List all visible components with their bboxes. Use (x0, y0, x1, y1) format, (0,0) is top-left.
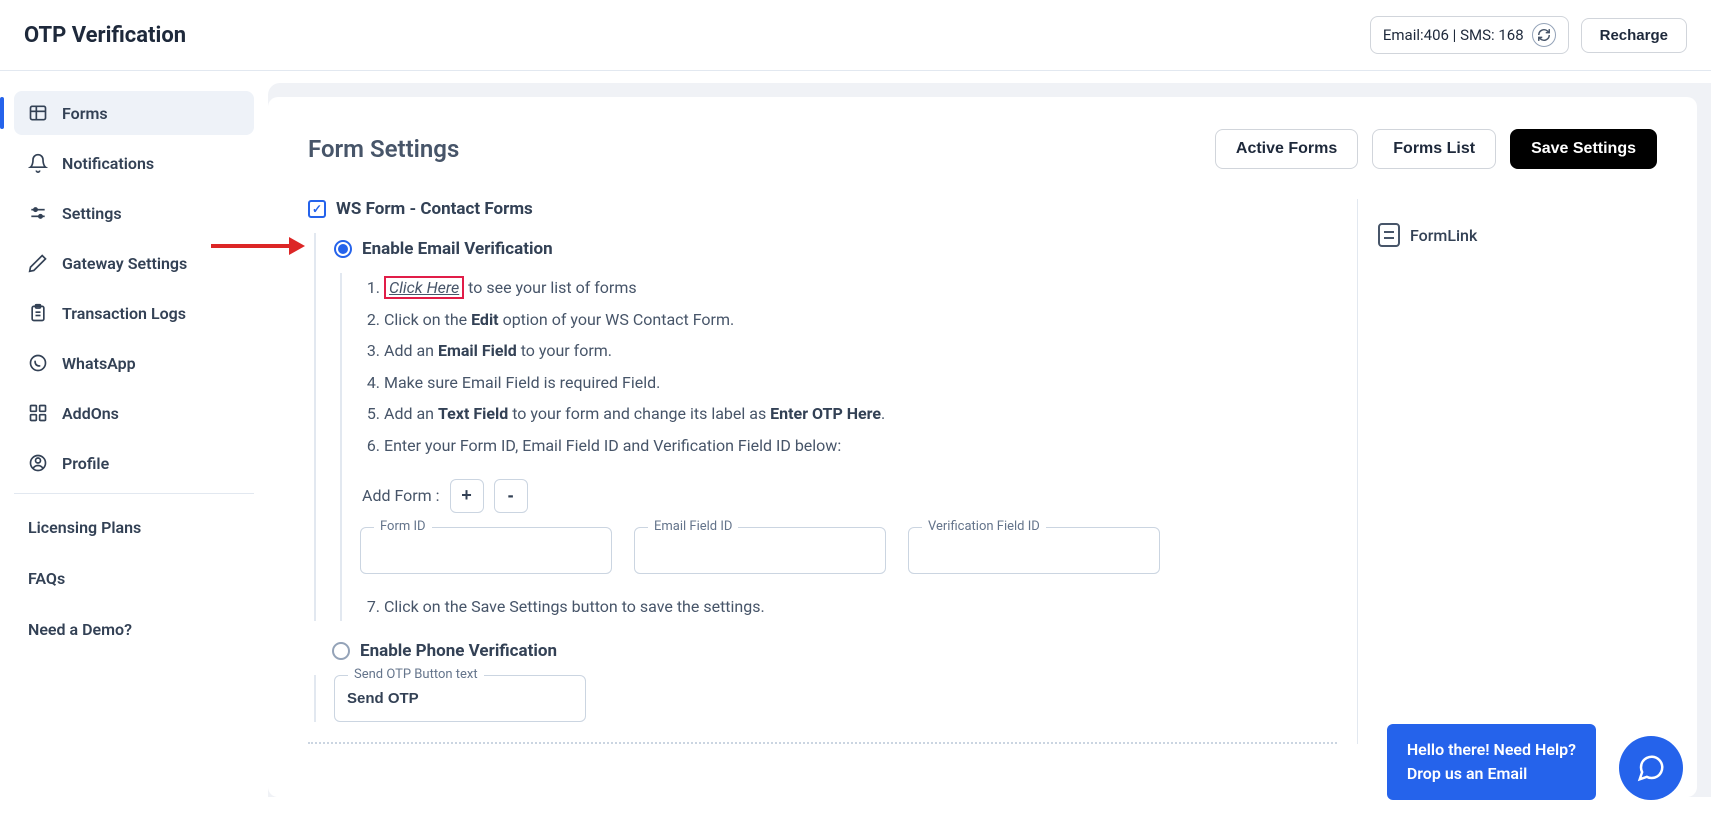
instruction-4: Make sure Email Field is required Field. (384, 368, 1337, 398)
sidebar-link-demo[interactable]: Need a Demo? (14, 610, 254, 649)
click-here-link[interactable]: Click Here (384, 276, 464, 299)
checkbox-icon[interactable] (308, 200, 326, 218)
bell-icon (28, 153, 48, 173)
sidebar-item-label: Gateway Settings (62, 254, 187, 273)
instruction-5: Add an Text Field to your form and chang… (384, 399, 1337, 429)
radio-unchecked-icon[interactable] (332, 642, 350, 660)
arrow-line (211, 244, 289, 248)
checkbox-label: WS Form - Contact Forms (336, 199, 533, 219)
add-form-plus-button[interactable]: + (450, 479, 484, 513)
sidebar-item-settings[interactable]: Settings (14, 191, 254, 235)
sidebar-divider (14, 493, 254, 494)
credits-badge: Email:406 | SMS: 168 (1370, 16, 1569, 54)
add-form-minus-button[interactable]: - (494, 479, 528, 513)
instruction-2: Click on the Edit option of your WS Cont… (384, 305, 1337, 335)
form-left: WS Form - Contact Forms Enable Email Ver… (308, 199, 1337, 744)
forms-list-button[interactable]: Forms List (1372, 129, 1496, 169)
instruction-6: Enter your Form ID, Email Field ID and V… (384, 431, 1337, 461)
grid-icon (28, 403, 48, 423)
verification-field-id-wrap: Verification Field ID (908, 527, 1160, 574)
layout: Forms Notifications Settings Gateway Set… (0, 71, 1711, 797)
radio-checked-icon[interactable] (334, 240, 352, 258)
sidebar-item-label: WhatsApp (62, 354, 136, 373)
page-actions: Active Forms Forms List Save Settings (1215, 129, 1657, 169)
enable-email-radio-row[interactable]: Enable Email Verification (334, 233, 1337, 259)
field-row: Form ID Email Field ID Verification Fiel… (360, 527, 1337, 574)
send-otp-field-wrap: Send OTP Button text (334, 675, 586, 722)
sidebar-item-profile[interactable]: Profile (14, 441, 254, 485)
wsform-checkbox-row[interactable]: WS Form - Contact Forms (308, 199, 1337, 219)
recharge-button[interactable]: Recharge (1581, 18, 1687, 53)
pen-icon (28, 253, 48, 273)
sidebar-link-faqs[interactable]: FAQs (14, 559, 254, 598)
help-bubble[interactable]: Hello there! Need Help? Drop us an Email (1387, 724, 1596, 800)
form-section: WS Form - Contact Forms Enable Email Ver… (308, 199, 1657, 744)
sidebar-item-transaction-logs[interactable]: Transaction Logs (14, 291, 254, 335)
email-verification-block: Enable Email Verification Click Here to … (314, 233, 1337, 621)
form-right: FormLink (1357, 199, 1657, 744)
send-otp-input[interactable] (334, 675, 586, 722)
chat-fab[interactable] (1619, 736, 1683, 800)
instructions: Click Here to see your list of forms Cli… (340, 273, 1337, 621)
verification-field-id-label: Verification Field ID (922, 519, 1046, 534)
form-id-label: Form ID (374, 519, 432, 534)
form-id-input[interactable] (360, 527, 612, 574)
form-icon (1378, 223, 1400, 247)
header-right: Email:406 | SMS: 168 Recharge (1370, 16, 1687, 54)
form-settings-title: Form Settings (308, 135, 459, 163)
dotted-divider (308, 742, 1337, 744)
page-title: OTP Verification (24, 23, 186, 48)
sliders-icon (28, 203, 48, 223)
radio-label: Enable Email Verification (362, 239, 553, 259)
user-icon (28, 453, 48, 473)
email-field-id-wrap: Email Field ID (634, 527, 886, 574)
help-line2: Drop us an Email (1407, 762, 1576, 786)
send-otp-label: Send OTP Button text (348, 667, 484, 682)
formlink-label: FormLink (1410, 226, 1477, 245)
sidebar-item-label: Notifications (62, 154, 154, 173)
refresh-icon[interactable] (1532, 23, 1556, 47)
email-field-id-input[interactable] (634, 527, 886, 574)
active-forms-button[interactable]: Active Forms (1215, 129, 1358, 169)
sidebar-item-addons[interactable]: AddOns (14, 391, 254, 435)
chat-icon (1636, 753, 1666, 783)
main: Form Settings Active Forms Forms List Sa… (268, 83, 1711, 797)
window-icon (28, 103, 48, 123)
formlink-row[interactable]: FormLink (1378, 223, 1657, 247)
arrow-annotation (211, 237, 305, 255)
arrow-head-icon (289, 237, 305, 255)
sidebar-item-forms[interactable]: Forms (14, 91, 254, 135)
instruction-3: Add an Email Field to your form. (384, 336, 1337, 366)
phone-verification-block: Enable Phone Verification (314, 635, 1337, 661)
sidebar: Forms Notifications Settings Gateway Set… (0, 71, 268, 797)
sidebar-item-label: Forms (62, 104, 108, 123)
header: OTP Verification Email:406 | SMS: 168 Re… (0, 0, 1711, 71)
whatsapp-icon (28, 353, 48, 373)
main-inner: Form Settings Active Forms Forms List Sa… (268, 97, 1697, 797)
verification-field-id-input[interactable] (908, 527, 1160, 574)
sidebar-item-label: Transaction Logs (62, 304, 186, 323)
email-field-id-label: Email Field ID (648, 519, 738, 534)
page-head: Form Settings Active Forms Forms List Sa… (308, 129, 1657, 169)
add-form-row: Add Form : + - (360, 479, 1337, 513)
help-line1: Hello there! Need Help? (1407, 738, 1576, 762)
send-otp-section: Send OTP Button text (314, 675, 1337, 722)
form-id-field-wrap: Form ID (360, 527, 612, 574)
credits-text: Email:406 | SMS: 168 (1383, 26, 1524, 44)
sidebar-item-label: Settings (62, 204, 122, 223)
sidebar-link-licensing[interactable]: Licensing Plans (14, 508, 254, 547)
save-settings-button[interactable]: Save Settings (1510, 129, 1657, 169)
add-form-label: Add Form : (362, 486, 440, 505)
instruction-1: Click Here to see your list of forms (384, 273, 1337, 303)
radio-label: Enable Phone Verification (360, 641, 557, 661)
clipboard-icon (28, 303, 48, 323)
sidebar-item-label: Profile (62, 454, 109, 473)
instruction-7: Click on the Save Settings button to sav… (384, 592, 1337, 622)
sidebar-item-label: AddOns (62, 404, 119, 423)
sidebar-item-notifications[interactable]: Notifications (14, 141, 254, 185)
enable-phone-radio-row[interactable]: Enable Phone Verification (332, 635, 1337, 661)
sidebar-item-whatsapp[interactable]: WhatsApp (14, 341, 254, 385)
